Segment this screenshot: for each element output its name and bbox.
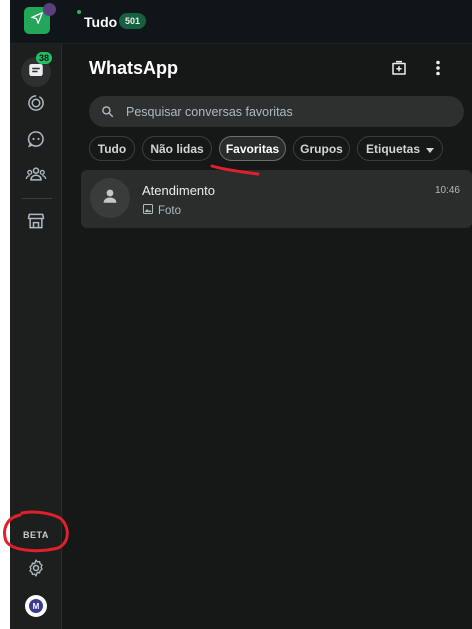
unread-chats-badge: 38 xyxy=(36,52,53,64)
filter-favorites-label: Favoritas xyxy=(225,141,280,156)
top-title: Tudo xyxy=(84,14,118,30)
profile-avatar[interactable]: M xyxy=(25,595,47,617)
search-bar xyxy=(89,96,464,127)
app-window: Tudo 501 38 BETA M WhatsApp Pesquisar co… xyxy=(10,0,472,629)
rail-divider xyxy=(22,198,52,199)
photo-icon xyxy=(142,203,158,218)
search-input[interactable] xyxy=(126,96,446,127)
notification-dot xyxy=(43,3,56,16)
communities-icon xyxy=(25,164,47,189)
settings-icon xyxy=(26,558,46,583)
menu-button[interactable] xyxy=(426,58,450,82)
nav-rail: 38 BETA M xyxy=(10,44,62,629)
chat-time: 10:46 xyxy=(434,185,460,196)
new-chat-icon xyxy=(390,59,408,82)
filter-unread-label: Não lidas xyxy=(150,141,204,156)
nav-status-button[interactable] xyxy=(21,90,51,120)
filter-favorites-chip[interactable]: Favoritas xyxy=(219,136,286,161)
business-tools-icon xyxy=(26,211,46,236)
filter-labels-label: Etiquetas xyxy=(365,141,420,156)
status-dot xyxy=(77,10,81,14)
more-vertical-icon xyxy=(435,60,441,81)
new-chat-button[interactable] xyxy=(387,58,411,82)
total-count-badge: 501 xyxy=(119,13,147,29)
person-icon xyxy=(101,187,119,210)
filter-labels-dropdown[interactable]: Etiquetas xyxy=(357,136,443,161)
nav-business-tools-button[interactable] xyxy=(21,208,51,238)
chat-preview-text: Foto xyxy=(158,204,182,217)
send-icon xyxy=(30,11,44,30)
channels-icon xyxy=(26,129,46,154)
top-bar: Tudo 501 xyxy=(10,0,472,44)
page-title: WhatsApp xyxy=(89,58,178,78)
profile-initial: M xyxy=(29,599,43,613)
status-icon xyxy=(26,93,46,118)
caret-down-icon xyxy=(426,142,434,156)
filter-unread-chip[interactable]: Não lidas xyxy=(142,136,212,161)
filter-all-chip[interactable]: Tudo xyxy=(89,136,135,161)
chat-name: Atendimento xyxy=(142,183,215,198)
chat-list-item[interactable]: Atendimento 10:46 Foto xyxy=(81,170,472,228)
nav-settings-button[interactable] xyxy=(21,555,51,585)
beta-label: BETA xyxy=(23,530,49,540)
nav-channels-button[interactable] xyxy=(21,126,51,156)
filter-groups-chip[interactable]: Grupos xyxy=(293,136,350,161)
search-icon xyxy=(101,105,114,123)
contact-avatar xyxy=(90,178,130,218)
filter-groups-label: Grupos xyxy=(300,141,343,156)
filter-all-label: Tudo xyxy=(97,141,127,156)
app-logo[interactable] xyxy=(24,3,56,34)
nav-communities-button[interactable] xyxy=(21,161,51,191)
chat-preview: Foto xyxy=(142,203,181,218)
